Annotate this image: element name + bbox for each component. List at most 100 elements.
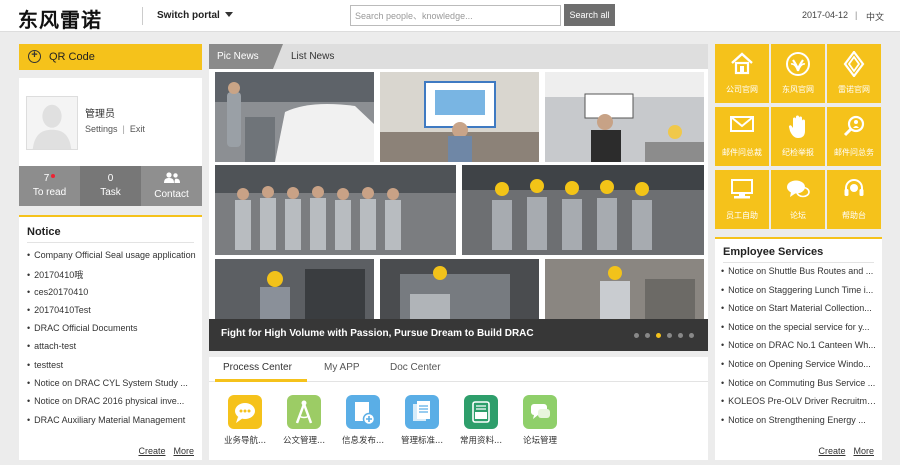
news-photo[interactable] bbox=[215, 259, 374, 319]
task-stat[interactable]: 0 Task bbox=[80, 166, 141, 206]
app-label: 业务导航... bbox=[223, 436, 267, 446]
list-item[interactable]: 20170410哦 bbox=[27, 268, 197, 286]
house-icon bbox=[715, 51, 769, 79]
services-create-link[interactable]: Create bbox=[818, 446, 845, 456]
notice-footer: Create More bbox=[130, 446, 194, 456]
notice-create-link[interactable]: Create bbox=[138, 446, 165, 456]
user-name: 管理员 bbox=[85, 109, 115, 120]
chat-icon bbox=[771, 177, 825, 205]
tab-doc-center[interactable]: Doc Center bbox=[390, 362, 441, 373]
tile-help-desk[interactable]: 帮助台 bbox=[827, 170, 881, 229]
news-photo[interactable] bbox=[545, 72, 704, 162]
tile-renault-website[interactable]: 雷诺官网 bbox=[827, 44, 881, 103]
services-more-link[interactable]: More bbox=[853, 446, 874, 456]
tab-list-news[interactable]: List News bbox=[291, 44, 334, 69]
news-photo[interactable] bbox=[215, 72, 374, 162]
doc-box-icon bbox=[464, 395, 498, 429]
list-item[interactable]: attach-test bbox=[27, 341, 197, 359]
tile-dongfeng-website[interactable]: 东风官网 bbox=[771, 44, 825, 103]
magnifier-icon bbox=[827, 114, 881, 142]
profile-card: 管理员 Settings | Exit bbox=[19, 78, 202, 166]
carousel-dot[interactable] bbox=[667, 333, 672, 338]
app-common-documents[interactable]: 常用资料... bbox=[451, 395, 511, 446]
top-header: 东风雷诺 Switch portal Search all 2017-04-12… bbox=[0, 0, 900, 32]
app-info-publish[interactable]: 信息发布... bbox=[333, 395, 393, 446]
carousel-dot[interactable] bbox=[678, 333, 683, 338]
company-logo[interactable]: 东风雷诺 bbox=[18, 4, 102, 33]
search-input[interactable] bbox=[350, 5, 561, 26]
list-item[interactable]: Notice on the special service for y... bbox=[721, 322, 879, 341]
list-item[interactable]: Notice on Strengthening Energy ... bbox=[721, 415, 879, 434]
services-footer: Create More bbox=[810, 446, 874, 456]
list-item[interactable]: Notice on Staggering Lunch Time i... bbox=[721, 285, 879, 304]
list-item[interactable]: ces20170410 bbox=[27, 287, 197, 305]
task-count: 0 bbox=[107, 173, 114, 184]
news-photo[interactable] bbox=[380, 72, 539, 162]
list-item[interactable]: KOLEOS Pre-OLV Driver Recruitme... bbox=[721, 396, 879, 415]
news-photo[interactable] bbox=[215, 165, 456, 255]
list-item[interactable]: DRAC Official Documents bbox=[27, 323, 197, 341]
contact-label: Contact bbox=[154, 189, 189, 200]
employee-services-panel: Employee Services Notice on Shuttle Bus … bbox=[715, 237, 882, 460]
tile-label: 纪检举报 bbox=[782, 148, 814, 157]
contact-stat[interactable]: Contact bbox=[141, 166, 202, 206]
to-read-label: To read bbox=[32, 187, 67, 198]
news-caption: Fight for High Volume with Passion, Purs… bbox=[221, 328, 534, 339]
app-label: 管理标准... bbox=[400, 436, 444, 446]
settings-link[interactable]: Settings bbox=[85, 124, 118, 134]
tile-label: 论坛 bbox=[790, 211, 806, 220]
avatar[interactable] bbox=[26, 96, 78, 150]
carousel-dot[interactable] bbox=[689, 333, 694, 338]
list-item[interactable]: Notice on DRAC CYL System Study ... bbox=[27, 378, 197, 396]
tile-label: 雷诺官网 bbox=[838, 85, 870, 94]
people-icon bbox=[163, 172, 181, 186]
carousel-dot-active[interactable] bbox=[656, 333, 661, 338]
list-item[interactable]: DRAC Auxiliary Material Management bbox=[27, 415, 197, 433]
tile-mail-president[interactable]: 邮件问总裁 bbox=[715, 107, 769, 166]
plus-circle-icon: + bbox=[28, 50, 41, 63]
tile-forum[interactable]: 论坛 bbox=[771, 170, 825, 229]
carousel-dot[interactable] bbox=[634, 333, 639, 338]
exit-link[interactable]: Exit bbox=[130, 124, 145, 134]
switch-portal-dropdown[interactable]: Switch portal bbox=[157, 10, 233, 21]
news-caption-bar[interactable]: Fight for High Volume with Passion, Purs… bbox=[209, 319, 708, 351]
to-read-count: 7 bbox=[43, 173, 50, 184]
app-management-standards[interactable]: 管理标准... bbox=[392, 395, 452, 446]
list-item[interactable]: testtest bbox=[27, 360, 197, 378]
notice-more-link[interactable]: More bbox=[173, 446, 194, 456]
tab-my-app[interactable]: My APP bbox=[324, 362, 360, 373]
carousel-dot[interactable] bbox=[645, 333, 650, 338]
list-item[interactable]: Notice on Start Material Collection... bbox=[721, 303, 879, 322]
tile-label: 员工自助 bbox=[726, 211, 758, 220]
app-document-management[interactable]: 公文管理... bbox=[274, 395, 334, 446]
header-separator: | bbox=[855, 10, 858, 20]
hand-icon bbox=[771, 114, 825, 142]
language-switch[interactable]: 中文 bbox=[866, 10, 884, 23]
to-read-stat[interactable]: 7 To read bbox=[19, 166, 80, 206]
list-item[interactable]: Company Official Seal usage application bbox=[27, 250, 197, 268]
notice-title: Notice bbox=[27, 226, 61, 238]
list-item[interactable]: 20170410Test bbox=[27, 305, 197, 323]
chat-bubble-icon bbox=[228, 395, 262, 429]
list-item[interactable]: Notice on Opening Service Windo... bbox=[721, 359, 879, 378]
list-item[interactable]: Notice on Shuttle Bus Routes and ... bbox=[721, 266, 879, 285]
list-item[interactable]: Notice on DRAC No.1 Canteen Wh... bbox=[721, 340, 879, 359]
tile-discipline-report[interactable]: 纪检举报 bbox=[771, 107, 825, 166]
computer-icon bbox=[715, 177, 769, 205]
search-all-button[interactable]: Search all bbox=[564, 4, 615, 26]
app-forum-management[interactable]: 论坛管理 bbox=[510, 395, 570, 446]
tab-process-center[interactable]: Process Center bbox=[223, 362, 292, 373]
news-photo[interactable] bbox=[545, 259, 704, 319]
tile-company-website[interactable]: 公司官网 bbox=[715, 44, 769, 103]
tile-employee-self-service[interactable]: 员工自助 bbox=[715, 170, 769, 229]
list-item[interactable]: Notice on Commuting Bus Service ... bbox=[721, 378, 879, 397]
app-business-nav[interactable]: 业务导航... bbox=[215, 395, 275, 446]
qr-code-button[interactable]: + QR Code bbox=[19, 44, 202, 70]
quick-links-grid: 公司官网 东风官网 雷诺官网 邮件问总裁 纪检举报 邮件问总务 员工自助 论坛 … bbox=[715, 44, 882, 230]
list-item[interactable]: Notice on DRAC 2016 physical inve... bbox=[27, 396, 197, 414]
news-photo[interactable] bbox=[380, 259, 539, 319]
news-photo[interactable] bbox=[462, 165, 704, 255]
tab-pic-news[interactable]: Pic News bbox=[209, 44, 283, 69]
user-links: Settings | Exit bbox=[85, 124, 145, 134]
tile-mail-general-affairs[interactable]: 邮件问总务 bbox=[827, 107, 881, 166]
